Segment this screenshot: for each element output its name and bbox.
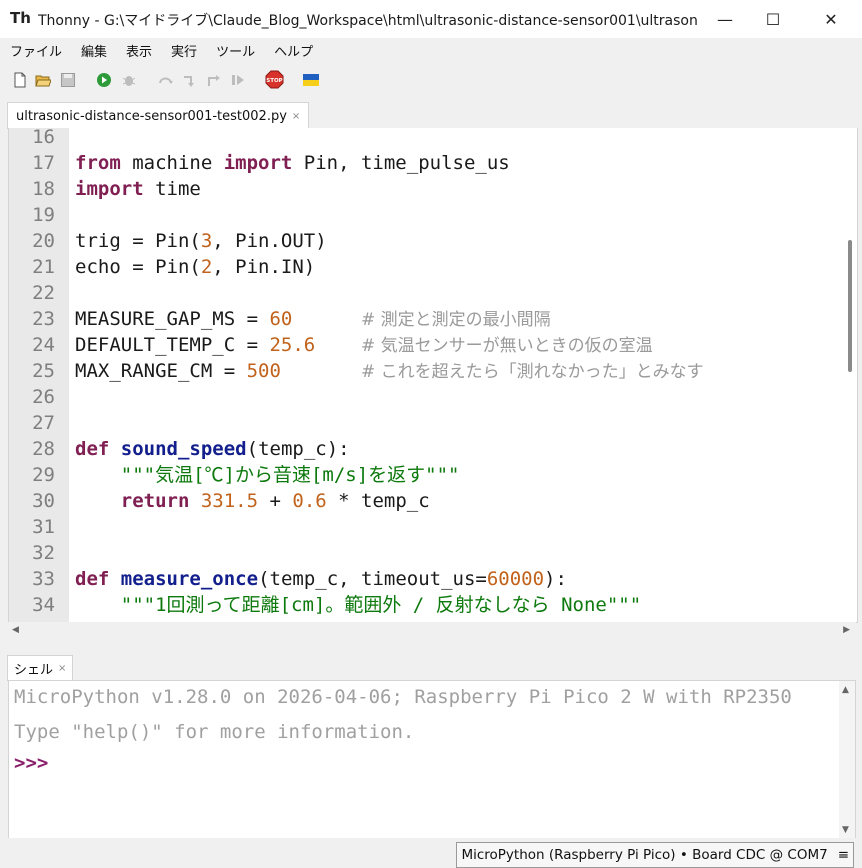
code-line: DEFAULT_TEMP_C = 25.6 # 気温センサーが無いときの仮の室温	[75, 334, 653, 356]
editor-tab-bar: ultrasonic-distance-sensor001-test002.py…	[0, 98, 862, 129]
shell-help-line: Type "help()" for more information.	[14, 721, 415, 743]
line-number: 20	[32, 230, 55, 252]
debug-icon[interactable]	[121, 72, 137, 88]
editor-tab[interactable]: ultrasonic-distance-sensor001-test002.py…	[7, 102, 310, 129]
hamburger-menu-icon: ≡	[837, 847, 849, 863]
scroll-left-icon[interactable]: ◀	[12, 625, 19, 635]
line-number: 34	[32, 594, 55, 616]
resume-icon[interactable]	[230, 72, 246, 88]
line-number: 30	[32, 490, 55, 512]
toolbar: STOP	[0, 62, 862, 98]
thonny-app-icon: Th	[10, 9, 31, 27]
line-number: 21	[32, 256, 55, 278]
close-icon: ✕	[824, 9, 838, 29]
editor-scroll-thumb[interactable]	[848, 240, 852, 372]
menu-help[interactable]: ヘルプ	[264, 41, 322, 60]
shell-banner: MicroPython v1.28.0 on 2026-04-06; Raspb…	[14, 686, 792, 708]
interpreter-selector[interactable]: MicroPython (Raspberry Pi Pico) • Board …	[456, 842, 854, 868]
menu-tools[interactable]: ツール	[206, 41, 264, 60]
step-over-icon[interactable]	[158, 72, 174, 88]
shell-tab-bar: シェル ×	[0, 652, 862, 681]
line-number: 17	[32, 152, 55, 174]
code-line: """気温[℃]から音速[m/s]を返す"""	[120, 464, 460, 486]
status-bar: MicroPython (Raspberry Pi Pico) • Board …	[0, 838, 862, 868]
line-number: 16	[32, 128, 55, 148]
code-line: def measure_once(temp_c, timeout_us=6000…	[75, 568, 567, 590]
run-icon[interactable]	[96, 72, 112, 88]
ukraine-flag-icon[interactable]	[303, 72, 319, 88]
maximize-button[interactable]: ☐	[750, 0, 796, 38]
menu-bar: ファイル 編集 表示 実行 ツール ヘルプ	[0, 38, 862, 62]
shell-tab-label: シェル	[14, 663, 54, 678]
stop-icon[interactable]: STOP	[265, 70, 284, 89]
code-line: return 331.5 + 0.6 * temp_c	[120, 490, 430, 512]
scroll-down-icon[interactable]: ▼	[842, 825, 849, 835]
line-number: 26	[32, 386, 55, 408]
step-into-icon[interactable]	[182, 72, 198, 88]
editor-vertical-scrollbar[interactable]	[843, 128, 857, 622]
menu-edit[interactable]: 編集	[71, 41, 116, 60]
line-number: 24	[32, 334, 55, 356]
code-line: """1回測って距離[cm]。範囲外 / 反射なしなら None"""	[120, 594, 642, 616]
shell-tab-close-icon[interactable]: ×	[58, 663, 66, 674]
window-title: Thonny - G:\マイドライブ\Claude_Blog_Workspace…	[38, 13, 698, 29]
line-number-gutter: 16 17 18 19 20 21 22 23 24 25 26 27 28 2…	[9, 128, 69, 622]
shell-vertical-scrollbar[interactable]: ▲ ▼	[839, 681, 855, 839]
line-number: 25	[32, 360, 55, 382]
line-number: 28	[32, 438, 55, 460]
editor-tab-label: ultrasonic-distance-sensor001-test002.py	[16, 108, 287, 124]
code-line: MEASURE_GAP_MS = 60 # 測定と測定の最小間隔	[75, 308, 551, 330]
step-out-icon[interactable]	[206, 72, 222, 88]
scroll-right-icon[interactable]: ▶	[843, 625, 850, 635]
open-file-icon[interactable]	[35, 72, 51, 88]
interpreter-label: MicroPython (Raspberry Pi Pico) • Board …	[461, 847, 828, 863]
minimize-icon: —	[717, 9, 733, 29]
shell-prompt[interactable]: >>>	[14, 752, 48, 774]
line-number: 27	[32, 412, 55, 434]
line-number: 29	[32, 464, 55, 486]
stop-icon-label: STOP	[266, 78, 282, 84]
line-number: 33	[32, 568, 55, 590]
line-number: 22	[32, 282, 55, 304]
title-bar: Th Thonny - G:\マイドライブ\Claude_Blog_Worksp…	[0, 0, 862, 38]
new-file-icon[interactable]	[12, 72, 28, 88]
menu-file[interactable]: ファイル	[0, 41, 71, 60]
menu-view[interactable]: 表示	[116, 41, 161, 60]
line-number: 23	[32, 308, 55, 330]
line-number: 18	[32, 178, 55, 200]
code-line: def sound_speed(temp_c):	[75, 438, 350, 460]
scroll-up-icon[interactable]: ▲	[842, 685, 849, 695]
save-icon[interactable]	[60, 72, 76, 88]
line-number: 32	[32, 542, 55, 564]
code-line: from machine import Pin, time_pulse_us	[75, 152, 510, 174]
shell-console[interactable]: MicroPython v1.28.0 on 2026-04-06; Raspb…	[8, 680, 856, 840]
code-line: echo = Pin(2, Pin.IN)	[75, 256, 316, 278]
code-line: MAX_RANGE_CM = 500 # これを超えたら「測れなかった」とみなす	[75, 360, 704, 382]
maximize-icon: ☐	[765, 9, 781, 29]
line-number: 31	[32, 516, 55, 538]
code-editor[interactable]: 16 17 18 19 20 21 22 23 24 25 26 27 28 2…	[8, 128, 858, 623]
menu-run[interactable]: 実行	[161, 41, 206, 60]
editor-horizontal-scrollbar[interactable]: ◀ ▶	[8, 622, 856, 640]
shell-tab[interactable]: シェル ×	[7, 655, 74, 681]
line-number: 19	[32, 204, 55, 226]
close-button[interactable]: ✕	[808, 0, 854, 38]
minimize-button[interactable]: —	[702, 0, 748, 38]
code-line: trig = Pin(3, Pin.OUT)	[75, 230, 327, 252]
code-line: import time	[75, 178, 201, 200]
tab-close-icon[interactable]: ×	[292, 111, 300, 122]
